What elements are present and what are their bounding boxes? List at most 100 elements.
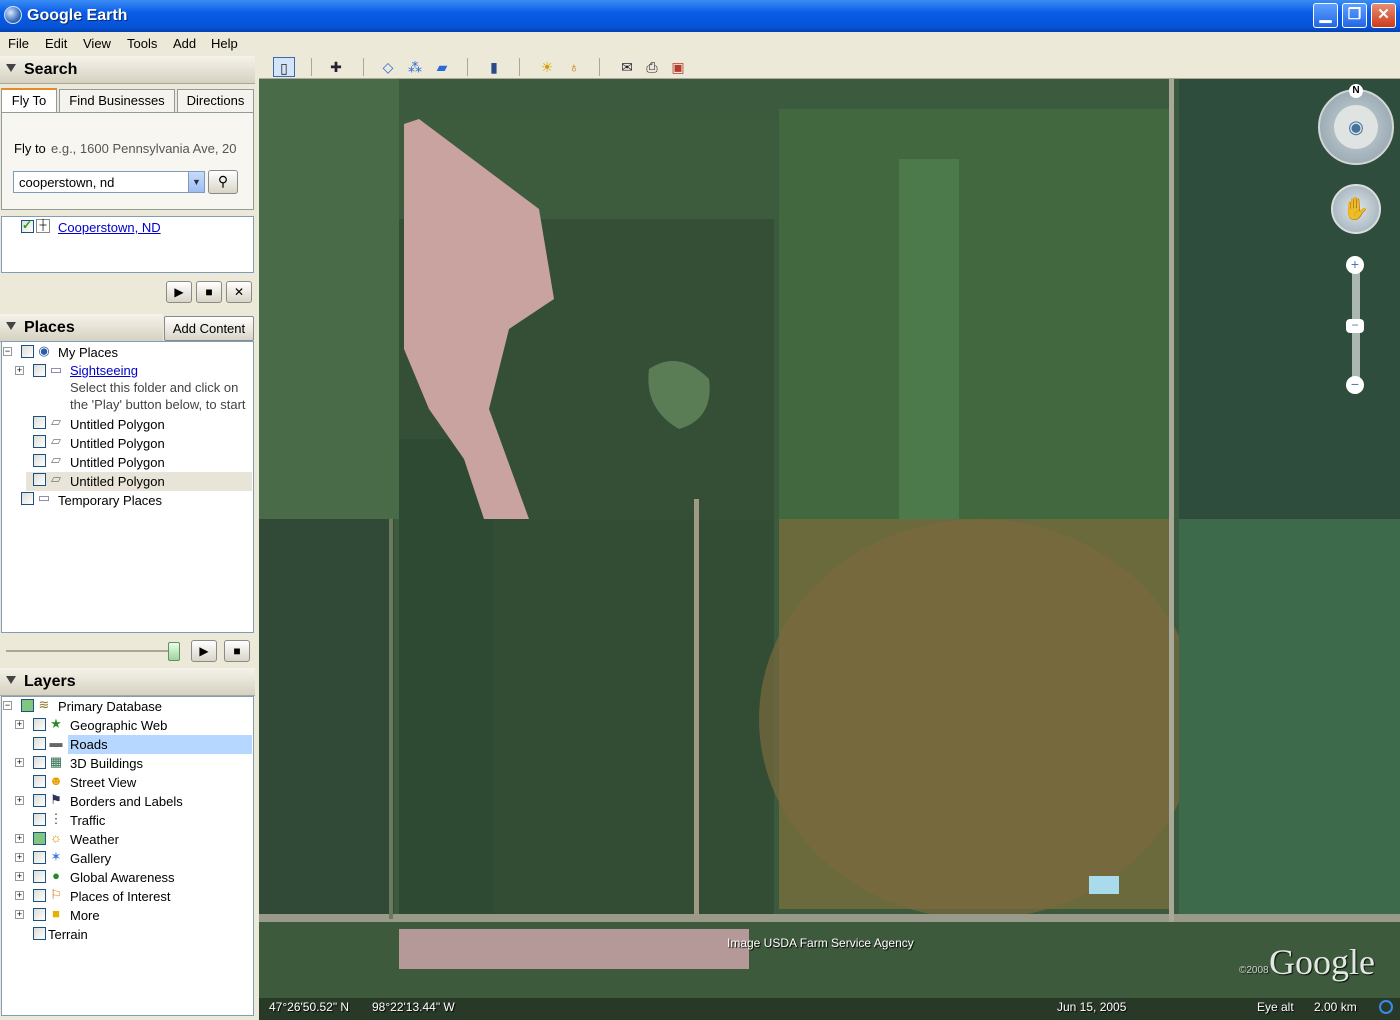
tour-slider-thumb[interactable] [168, 642, 180, 661]
add-content-button[interactable]: Add Content [164, 316, 254, 341]
layer-street-view[interactable]: Street View [70, 775, 136, 790]
play-places-button[interactable]: ▶ [191, 640, 217, 662]
zoom-out-icon[interactable]: − [1346, 376, 1364, 394]
zoom-slider-thumb[interactable]: − [1346, 319, 1364, 333]
checkbox-traffic[interactable] [33, 813, 46, 826]
earth-map-view[interactable]: ◉ N ✋ + − − Image USDA Farm Service Agen… [259, 79, 1400, 1020]
checkbox-polygon[interactable] [33, 416, 46, 429]
place-sightseeing[interactable]: Sightseeing [70, 363, 138, 378]
play-tour-button[interactable]: ▶ [166, 281, 192, 303]
menu-help[interactable]: Help [211, 36, 238, 51]
person-icon: ☻ [49, 773, 63, 788]
move-hand-icon[interactable]: ✋ [1331, 184, 1381, 234]
layer-geographic-web[interactable]: Geographic Web [70, 718, 167, 733]
place-my-places[interactable]: My Places [58, 345, 118, 360]
checkbox-global-awareness[interactable] [33, 870, 46, 883]
expand-toggle[interactable]: + [15, 891, 24, 900]
compass-look-control[interactable]: ◉ [1318, 89, 1394, 165]
search-button[interactable]: ⚲ [208, 170, 238, 194]
checkbox-gallery[interactable] [33, 851, 46, 864]
tab-fly-to[interactable]: Fly To [1, 88, 57, 114]
checkbox-polygon[interactable] [33, 473, 46, 486]
search-header-label: Search [24, 61, 78, 78]
layer-borders-labels[interactable]: Borders and Labels [70, 794, 183, 809]
checkbox-polygon[interactable] [33, 454, 46, 467]
add-placemark-icon[interactable]: ✚ [325, 57, 347, 77]
layer-weather[interactable]: Weather [70, 832, 119, 847]
checkbox-polygon[interactable] [33, 435, 46, 448]
tab-directions[interactable]: Directions [177, 89, 254, 113]
sunlight-icon[interactable]: ☀ [536, 57, 558, 77]
layer-traffic[interactable]: Traffic [70, 813, 105, 828]
expand-toggle[interactable]: + [15, 834, 24, 843]
expand-toggle[interactable]: + [15, 758, 24, 767]
checkbox-weather[interactable] [33, 832, 46, 845]
dropdown-arrow-icon[interactable]: ▼ [188, 172, 204, 192]
place-polygon-2[interactable]: Untitled Polygon [70, 436, 165, 451]
checkbox-3d-buildings[interactable] [33, 756, 46, 769]
sidebar-toggle-icon[interactable]: ▯ [273, 57, 295, 77]
expand-toggle[interactable]: + [15, 366, 24, 375]
layer-3d-buildings[interactable]: 3D Buildings [70, 756, 143, 771]
layer-primary-database[interactable]: Primary Database [58, 699, 162, 714]
clear-results-button[interactable]: ✕ [226, 281, 252, 303]
layer-roads[interactable]: Roads [70, 737, 108, 752]
layer-terrain[interactable]: Terrain [48, 927, 88, 942]
expand-toggle[interactable]: + [15, 853, 24, 862]
expand-toggle[interactable]: + [15, 796, 24, 805]
add-path-icon[interactable]: ⁂ [404, 57, 426, 77]
place-polygon-3[interactable]: Untitled Polygon [70, 455, 165, 470]
layer-places-of-interest[interactable]: Places of Interest [70, 889, 170, 904]
layer-global-awareness[interactable]: Global Awareness [70, 870, 175, 885]
result-checkbox[interactable] [21, 218, 34, 233]
ruler-icon[interactable]: ▮ [483, 57, 505, 77]
layer-more[interactable]: More [70, 908, 100, 923]
place-polygon-4[interactable]: Untitled Polygon [70, 474, 165, 489]
checkbox-more[interactable] [33, 908, 46, 921]
menu-add[interactable]: Add [173, 36, 196, 51]
checkbox-street-view[interactable] [33, 775, 46, 788]
checkbox-temporary-places[interactable] [21, 492, 34, 505]
menu-tools[interactable]: Tools [127, 36, 157, 51]
layer-gallery[interactable]: Gallery [70, 851, 111, 866]
layers-panel-header[interactable]: Layers [0, 668, 255, 696]
expand-toggle[interactable]: + [15, 720, 24, 729]
checkbox-my-places[interactable] [21, 345, 34, 358]
places-panel-header[interactable]: Places [0, 314, 163, 342]
email-icon[interactable]: ✉ [616, 57, 638, 77]
checkbox-borders-labels[interactable] [33, 794, 46, 807]
sky-planet-icon[interactable]: ♁ [563, 57, 585, 77]
minimize-button[interactable]: ▁ [1313, 3, 1338, 28]
checkbox-terrain[interactable] [33, 927, 46, 940]
compass-north-label[interactable]: N [1349, 84, 1363, 98]
checkbox-geographic-web[interactable] [33, 718, 46, 731]
stop-tour-button[interactable]: ■ [196, 281, 222, 303]
place-temporary-places[interactable]: Temporary Places [58, 493, 162, 508]
checkbox-sightseeing[interactable] [33, 364, 46, 377]
expand-toggle[interactable]: − [3, 347, 12, 356]
google-maps-icon[interactable]: ▣ [667, 57, 689, 77]
maximize-button[interactable]: ❐ [1342, 3, 1367, 28]
checkbox-roads[interactable] [33, 737, 46, 750]
close-button[interactable]: ✕ [1371, 3, 1396, 28]
menu-file[interactable]: File [8, 36, 29, 51]
checkbox-primary-database[interactable] [21, 699, 34, 712]
add-polygon-icon[interactable]: ◇ [377, 57, 399, 77]
print-icon[interactable]: ⎙ [641, 57, 663, 77]
tab-find-businesses[interactable]: Find Businesses [59, 89, 175, 113]
checkbox-places-of-interest[interactable] [33, 889, 46, 902]
zoom-in-icon[interactable]: + [1346, 256, 1364, 274]
search-panel-header[interactable]: Search [0, 56, 255, 84]
expand-toggle[interactable]: + [15, 910, 24, 919]
search-input[interactable]: cooperstown, nd ▼ [13, 171, 205, 193]
result-link-cooperstown[interactable]: Cooperstown, ND [58, 220, 161, 235]
expand-toggle[interactable]: − [3, 701, 12, 710]
menu-edit[interactable]: Edit [45, 36, 67, 51]
stop-places-button[interactable]: ■ [224, 640, 250, 662]
tour-slider-track [6, 650, 178, 652]
place-polygon-1[interactable]: Untitled Polygon [70, 417, 165, 432]
menu-view[interactable]: View [83, 36, 111, 51]
add-overlay-icon[interactable]: ▰ [431, 57, 453, 77]
expand-toggle[interactable]: + [15, 872, 24, 881]
menu-bar: File Edit View Tools Add Help [0, 32, 1400, 54]
